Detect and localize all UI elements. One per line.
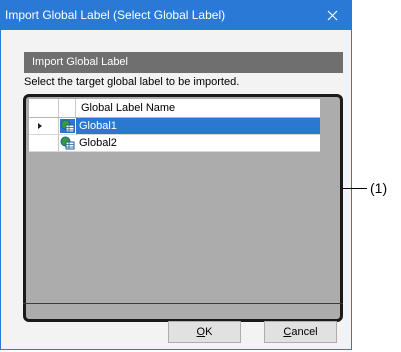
cancel-label-rest: ancel [291, 326, 318, 338]
row-header[interactable] [29, 118, 59, 134]
global-label-name-cell[interactable]: Global1 [76, 118, 322, 134]
grid-header: Global Label Name [29, 99, 322, 118]
global-label-grid-frame: Global Label Name Global1 Global2 [23, 94, 343, 322]
global-label-grid[interactable]: Global Label Name Global1 Global2 [29, 99, 322, 158]
callout-line [343, 188, 367, 189]
section-header: Import Global Label [24, 52, 343, 73]
import-global-label-dialog: Import Global Label (Select Global Label… [0, 0, 352, 350]
close-button[interactable] [315, 1, 349, 30]
global-label-name-cell[interactable]: Global2 [76, 135, 322, 151]
close-icon [327, 10, 337, 21]
instruction-text: Select the target global label to be imp… [24, 76, 240, 88]
separator-line [23, 303, 343, 304]
dialog-body: Import Global Label Select the target gl… [1, 30, 351, 349]
table-row[interactable]: Global1 [29, 118, 322, 135]
column-header-global-label-name[interactable]: Global Label Name [76, 99, 322, 117]
ok-button[interactable]: OK [168, 321, 241, 343]
row-header[interactable] [29, 135, 59, 151]
grid-icon-column-header [59, 99, 76, 117]
ok-mnemonic: O [196, 326, 206, 338]
cancel-button[interactable]: Cancel [264, 321, 337, 343]
global-label-icon [60, 119, 75, 133]
row-pointer-icon [38, 123, 42, 129]
ok-label-rest: K [205, 326, 213, 338]
grid-scrollbar-area [320, 99, 337, 319]
grid-corner-cell [29, 99, 59, 117]
callout-label: (1) [370, 180, 388, 196]
global-label-icon [60, 136, 75, 150]
table-row[interactable]: Global2 [29, 135, 322, 152]
cancel-mnemonic: C [283, 326, 292, 338]
window-title: Import Global Label (Select Global Label… [5, 8, 226, 22]
title-bar[interactable]: Import Global Label (Select Global Label… [1, 1, 351, 30]
